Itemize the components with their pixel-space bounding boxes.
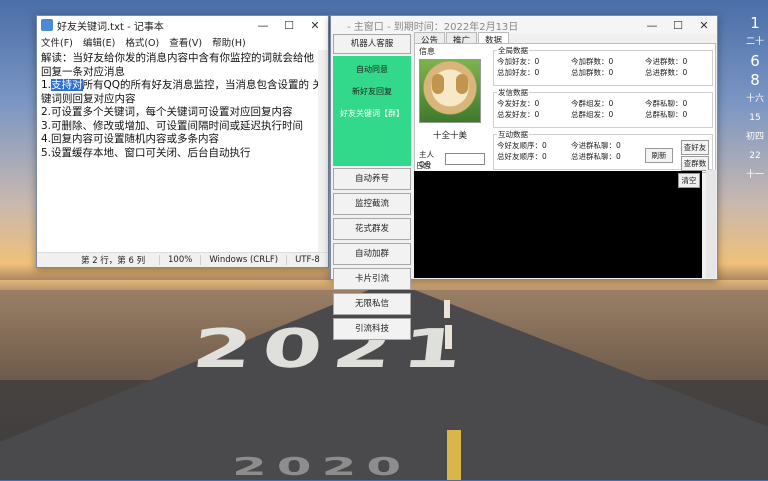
stat-value: 总好友顺序：0 — [497, 152, 547, 161]
check-friends-button[interactable]: 查好友 — [681, 140, 709, 155]
cursor-position: 第 2 行，第 6 列 — [81, 256, 146, 266]
maximize-icon[interactable]: ☐ — [276, 19, 302, 32]
stat-value: 总群组发：0 — [571, 110, 614, 119]
notepad-window: 好友关键词.txt - 记事本 — ☐ ✕ 文件(F) 编辑(E) 格式(O) 查看(… — [36, 15, 329, 268]
menu-button[interactable]: 花式群发 — [333, 218, 411, 240]
menu-button[interactable]: 引流科技 — [333, 318, 411, 340]
stat-value: 总进群私聊：0 — [571, 152, 621, 161]
text-line: 1.支持对所有QQ的所有好友消息监控，当消息包含设置的 关键词则回复对应内容 — [41, 79, 323, 105]
stat-value: 总发好友：0 — [497, 110, 540, 119]
text-line: 5.设置缓存本地、窗口可关闭、后台自动执行 — [41, 146, 251, 159]
feature-item[interactable]: 自动同意 — [333, 64, 411, 75]
stat-value: 总加好友：0 — [497, 68, 540, 77]
selected-text: 支持对 — [51, 79, 83, 91]
stat-value: 今发好友：0 — [497, 99, 540, 108]
message-data-title: 发信数据 — [497, 87, 529, 98]
menu-button[interactable]: 无限私信 — [333, 293, 411, 315]
stat-value: 今群组发：0 — [571, 99, 614, 108]
notepad-menubar: 文件(F) 编辑(E) 格式(O) 查看(V) 帮助(H) — [37, 34, 328, 50]
menu-button[interactable]: 自动养号 — [333, 168, 411, 190]
menu-button[interactable]: 机器人客服 — [333, 34, 411, 54]
data-panel: 信息 十全十美 主人QQ 全局数据 今加好友：0 今加群数：0 今进群数：0 总加好友… — [414, 43, 716, 173]
menu-item[interactable]: 帮助(H) — [212, 35, 246, 49]
log-label: 日志 — [416, 161, 431, 170]
stat-value: 今好友顺序：0 — [497, 141, 547, 150]
stat-value: 总群私聊：0 — [645, 110, 688, 119]
stat-value: 今进群私聊：0 — [571, 141, 621, 150]
bot-main-window: - 主窗口 - 到期时间：2022年2月13日 — ☐ ✕ 机器人客服自动同意新… — [330, 15, 718, 340]
notepad-statusbar: 第 2 行，第 6 列 100% Windows (CRLF) UTF-8 — [37, 252, 328, 267]
menu-item[interactable]: 文件(F) — [41, 35, 73, 49]
text-line: 2.可设置多个关键词，每个关键词可设置对应回复内容 — [41, 106, 293, 118]
notepad-text-area[interactable]: 解读：当好友给你发的消息内容中含有你监控的词就会给他回复一条对应消息 1.支持对所… — [37, 50, 328, 253]
menu-item[interactable]: 编辑(E) — [83, 35, 115, 49]
calendar-glyph: 6 — [750, 52, 760, 70]
calendar-glyph: 初四 — [745, 132, 764, 142]
calendar-glyph: 8 — [750, 71, 760, 89]
tool-titlebar[interactable]: - 主窗口 - 到期时间：2022年2月13日 — ☐ ✕ — [331, 16, 717, 34]
year-faint-text: 2020 — [232, 452, 412, 481]
stat-value: 今进群数：0 — [645, 57, 688, 66]
menu-button[interactable]: 卡片引流 — [333, 268, 411, 290]
feature-highlight-panel: 自动同意新好友回复好友关键词【群】 — [333, 56, 411, 166]
notepad-titlebar[interactable]: 好友关键词.txt - 记事本 — ☐ ✕ — [37, 16, 328, 34]
info-group: 信息 十全十美 主人QQ — [419, 46, 485, 169]
stat-value: 今群私聊：0 — [645, 99, 688, 108]
avatar — [419, 59, 481, 123]
encoding: UTF-8 — [286, 255, 328, 265]
notepad-title: 好友关键词.txt - 记事本 — [57, 21, 164, 33]
menu-item[interactable]: 格式(O) — [125, 35, 159, 49]
clear-log-button[interactable]: 清空 — [678, 173, 700, 188]
stat-value: 今加群数：0 — [571, 57, 614, 66]
function-menu: 机器人客服自动同意新好友回复好友关键词【群】自动养号监控截流花式群发自动加群卡片… — [333, 34, 411, 343]
close-icon[interactable]: ✕ — [302, 19, 328, 32]
dog-ear — [432, 74, 444, 94]
master-qq-input[interactable] — [445, 153, 485, 165]
maximize-icon[interactable]: ☐ — [665, 19, 691, 32]
dog-ear — [456, 74, 468, 94]
desktop-calendar-widget: 1 二十 6 8 十六 15 初四 22 十一 — [744, 14, 766, 185]
menu-button[interactable]: 监控截流 — [333, 193, 411, 215]
text-line: 3.可删除、修改或增加、可设置间隔时间或延迟执行时间 — [41, 119, 304, 132]
road-center-line — [444, 300, 450, 318]
check-groups-button[interactable]: 查群数 — [681, 156, 709, 171]
menu-item[interactable]: 查看(V) — [169, 35, 202, 49]
road-center-line — [447, 430, 461, 480]
minimize-icon[interactable]: — — [250, 19, 276, 32]
tool-title: - 主窗口 - 到期时间：2022年2月13日 — [347, 21, 519, 33]
calendar-glyph: 1 — [750, 14, 760, 32]
refresh-button[interactable]: 刷新 — [645, 148, 673, 163]
log-scrollbar[interactable] — [706, 170, 716, 278]
feature-item[interactable]: 好友关键词【群】 — [333, 108, 411, 119]
zoom-level: 100% — [159, 255, 200, 265]
info-label: 信息 — [419, 47, 435, 56]
minimize-icon[interactable]: — — [639, 19, 665, 32]
notepad-icon — [41, 19, 53, 31]
interaction-data-title: 互动数据 — [497, 129, 529, 140]
close-icon[interactable]: ✕ — [691, 19, 717, 32]
text-line: 4.回复内容可设置随机内容或多条内容 — [41, 133, 220, 145]
stat-value: 总加群数：0 — [571, 68, 614, 77]
calendar-glyph: 二十 — [745, 37, 764, 47]
text-line: 解读：当好友给你发的消息内容中含有你监控的词就会给他回复一条对应消息 — [41, 52, 314, 78]
calendar-glyph: 15 — [749, 113, 761, 123]
nickname: 十全十美 — [432, 131, 467, 141]
menu-button[interactable]: 自动加群 — [333, 243, 411, 265]
calendar-glyph: 十六 — [745, 94, 764, 104]
global-data-title: 全局数据 — [497, 45, 529, 56]
calendar-glyph: 22 — [749, 151, 761, 161]
line-ending: Windows (CRLF) — [200, 255, 286, 265]
log-output: 清空 — [414, 171, 702, 278]
calendar-glyph: 十一 — [745, 170, 764, 180]
stat-value: 总进群数：0 — [645, 68, 688, 77]
feature-item[interactable]: 新好友回复 — [333, 86, 411, 97]
notepad-scrollbar[interactable] — [318, 50, 328, 253]
stat-value: 今加好友：0 — [497, 57, 540, 66]
